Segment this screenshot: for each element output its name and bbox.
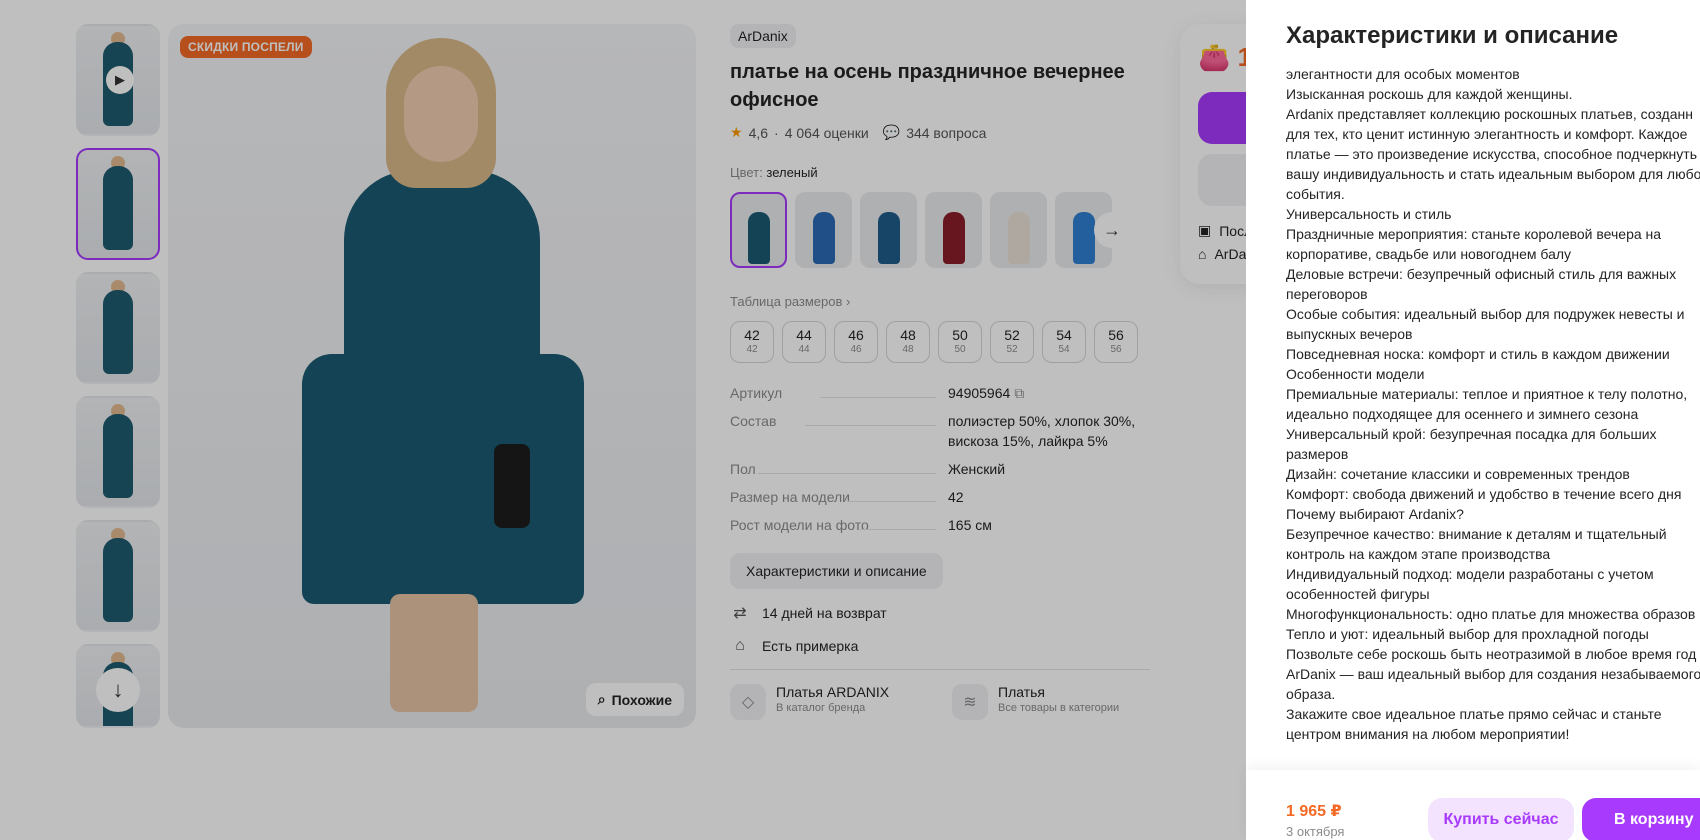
characteristics-drawer: Характеристики и описание элегантности д… <box>1246 0 1700 840</box>
description-line: Закажите свое идеальное платье прямо сей… <box>1286 706 1662 722</box>
description-line: идеально подходящее для осеннего и зимне… <box>1286 406 1639 422</box>
description-line: Тепло и уют: идеальный выбор для прохлад… <box>1286 626 1649 642</box>
drawer-description[interactable]: элегантности для особых моментов Изыскан… <box>1286 64 1700 762</box>
description-line: вашу индивидуальность и стать идеальным … <box>1286 166 1700 182</box>
description-line: Многофункциональность: одно платье для м… <box>1286 606 1696 622</box>
footer-price: 1 965 ₽ <box>1286 803 1342 820</box>
description-line: события. <box>1286 186 1345 202</box>
description-line: контроль на каждом этапе производства <box>1286 546 1551 562</box>
description-line: корпоративе, свадьбе или новогоднем балу <box>1286 246 1572 262</box>
description-line: элегантности для особых моментов <box>1286 66 1520 82</box>
delivery-date: 3 октября <box>1286 824 1345 839</box>
drawer-title: Характеристики и описание <box>1286 22 1619 49</box>
description-line: особенностей фигуры <box>1286 586 1430 602</box>
description-line: Особенности модели <box>1286 366 1425 382</box>
add-to-cart-button[interactable]: В корзину <box>1582 798 1700 840</box>
description-line: платье — это произведение искусства, спо… <box>1286 146 1697 162</box>
drawer-footer: 1 965 ₽ 3 октября Купить сейчас В корзин… <box>1246 770 1700 840</box>
description-line: Особые события: идеальный выбор для подр… <box>1286 306 1685 322</box>
description-line: Позвольте себе роскошь быть неотразимой … <box>1286 646 1697 662</box>
description-line: ArDanix — ваш идеальный выбор для создан… <box>1286 666 1700 682</box>
description-line: Изысканная роскошь для каждой женщины. <box>1286 86 1573 102</box>
description-line: Индивидуальный подход: модели разработан… <box>1286 566 1654 582</box>
description-line: образа. <box>1286 686 1336 702</box>
description-line: Универсальный крой: безупречная посадка … <box>1286 426 1657 442</box>
description-line: Почему выбирают Ardanix? <box>1286 506 1464 522</box>
description-line: Универсальность и стиль <box>1286 206 1452 222</box>
description-line: выпускных вечеров <box>1286 326 1413 342</box>
description-line: Ardanix представляет коллекцию роскошных… <box>1286 106 1693 122</box>
buy-now-button[interactable]: Купить сейчас <box>1428 798 1574 840</box>
description-line: центром внимания на любом мероприятии! <box>1286 726 1570 742</box>
description-line: Деловые встречи: безупречный офисный сти… <box>1286 266 1677 282</box>
description-line: для тех, кто ценит истинную элегантность… <box>1286 126 1688 142</box>
description-line: Повседневная носка: комфорт и стиль в ка… <box>1286 346 1670 362</box>
description-line: Дизайн: сочетание классики и современных… <box>1286 466 1630 482</box>
modal-backdrop[interactable] <box>0 0 1246 840</box>
description-line: Премиальные материалы: теплое и приятное… <box>1286 386 1688 402</box>
description-line: Праздничные мероприятия: станьте королев… <box>1286 226 1662 242</box>
description-line: Безупречное качество: внимание к деталям… <box>1286 526 1667 542</box>
description-line: переговоров <box>1286 286 1368 302</box>
description-line: Комфорт: свобода движений и удобство в т… <box>1286 486 1682 502</box>
description-line: размеров <box>1286 446 1349 462</box>
